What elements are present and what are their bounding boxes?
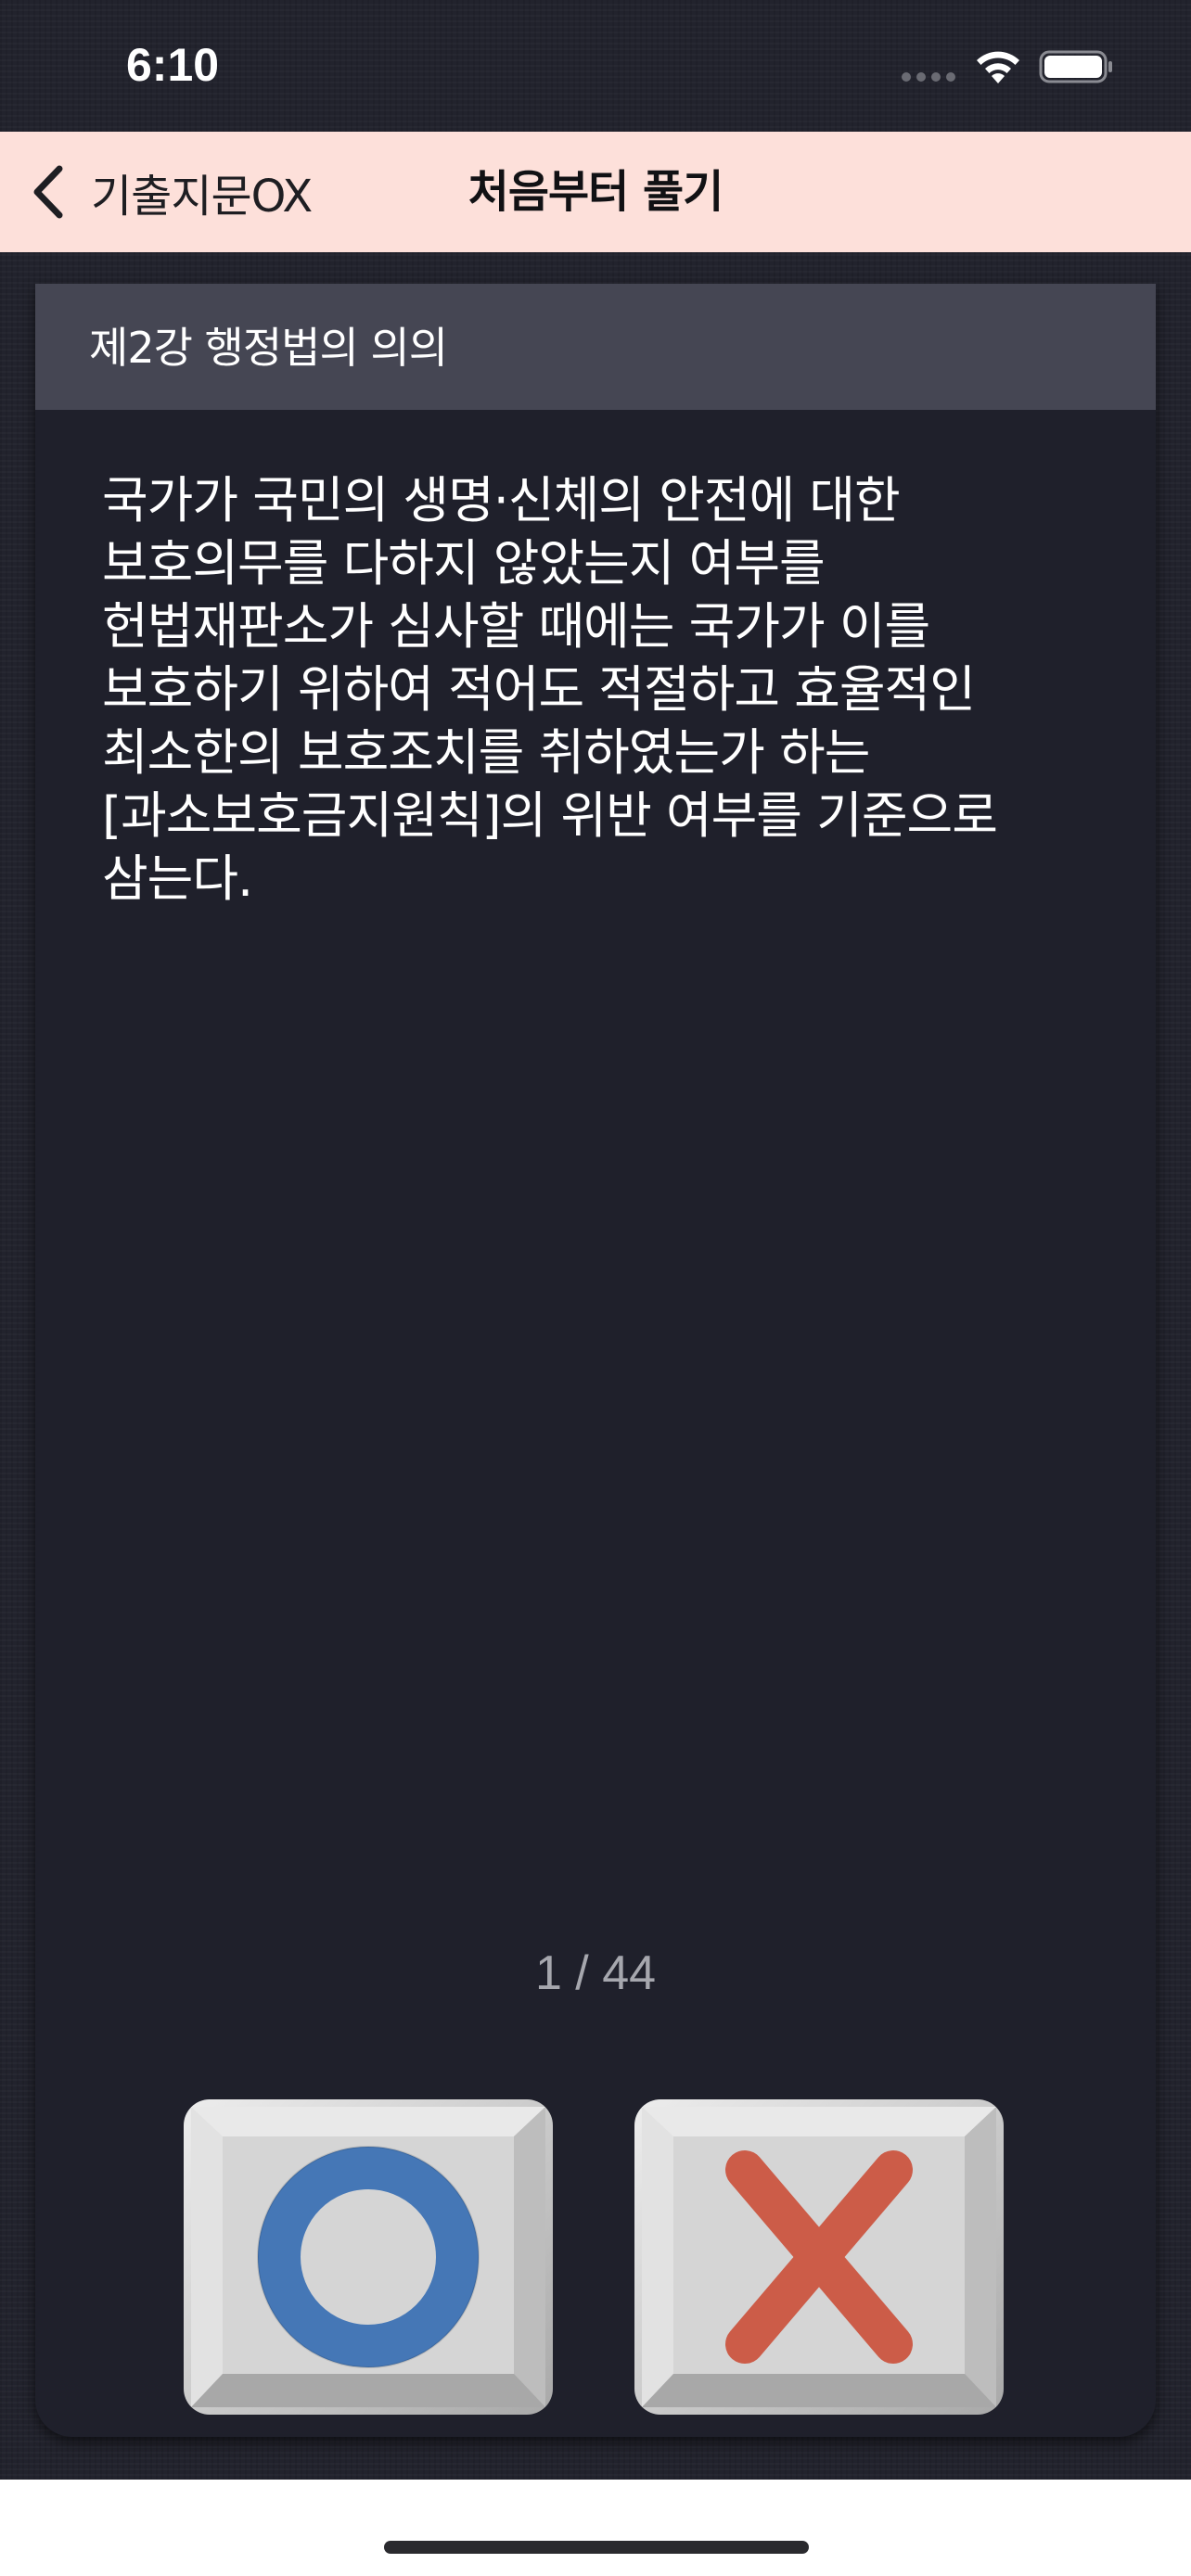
key-o-shape: [184, 2099, 553, 2415]
status-time: 6:10: [126, 39, 220, 91]
page-indicator: 1 / 44: [534, 1946, 657, 2000]
question-card: 제2강 행정법의 의의 국가가 국민의 생명·신체의 안전에 대한 보호의무를 …: [35, 284, 1156, 2437]
battery-icon: [1039, 50, 1112, 83]
key-x-shape: [634, 2099, 1004, 2415]
answer-o-button[interactable]: [184, 2099, 553, 2415]
wifi-icon: [977, 51, 1019, 83]
answer-x-button[interactable]: [634, 2099, 1004, 2415]
back-button[interactable]: 기출지문OX: [28, 156, 313, 228]
home-indicator-area: [0, 2480, 1191, 2576]
card-header: 제2강 행정법의 의의: [35, 284, 1156, 410]
chevron-left-icon: [33, 165, 63, 219]
status-bar: 6:10: [0, 0, 1191, 132]
cellular-signal-icon: [902, 72, 955, 82]
back-button-label: 기출지문OX: [91, 171, 313, 223]
question-text: 국가가 국민의 생명·신체의 안전에 대한 보호의무를 다하지 않았는지 여부를…: [102, 471, 998, 908]
page-title: 처음부터 풀기: [467, 166, 724, 218]
navigation-bar: 기출지문OX 처음부터 풀기: [0, 132, 1191, 252]
chapter-title: 제2강 행정법의 의의: [89, 323, 448, 373]
home-indicator[interactable]: [384, 2541, 809, 2554]
